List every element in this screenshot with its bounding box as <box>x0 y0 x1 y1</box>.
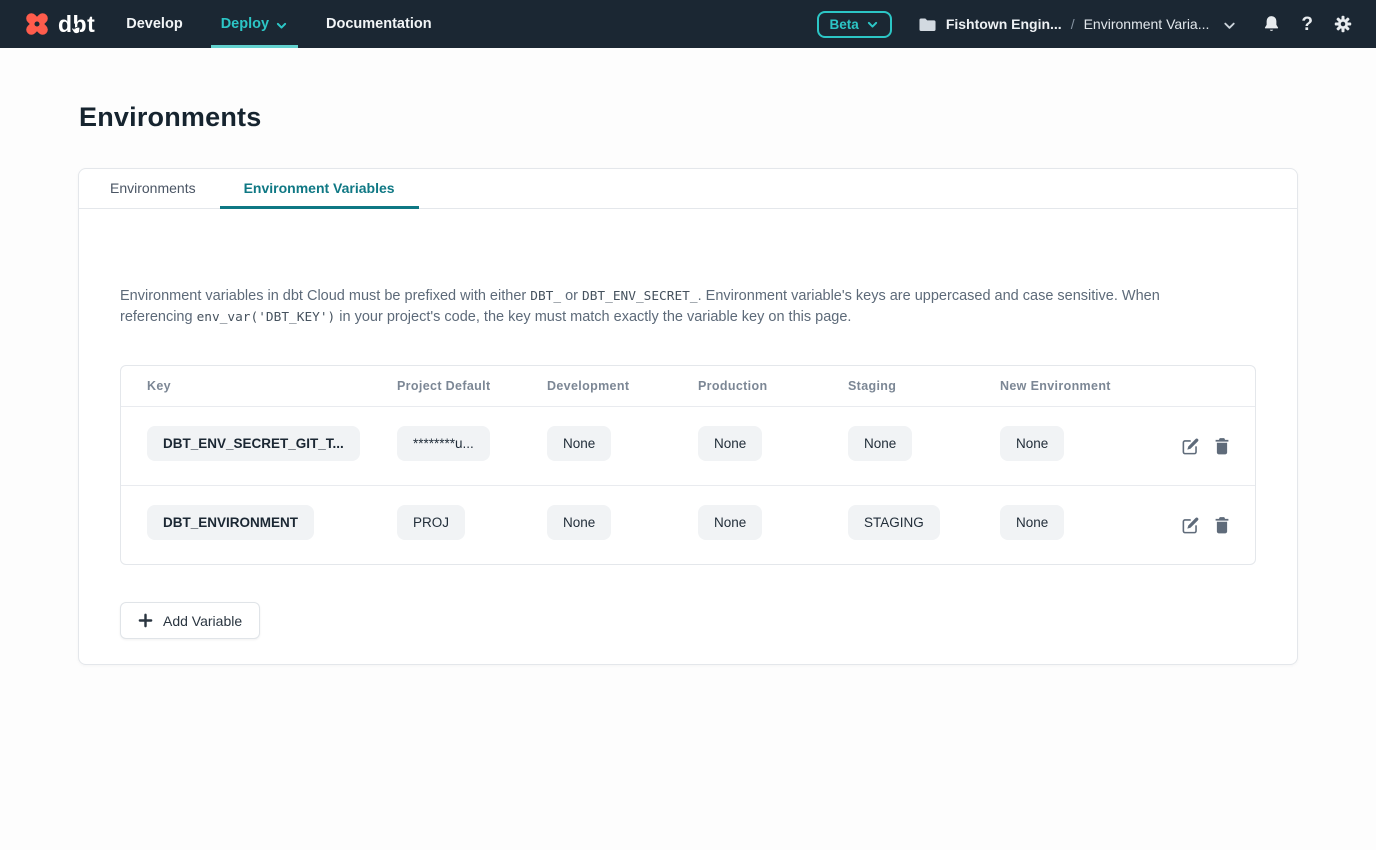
page-title: Environments <box>79 102 1376 133</box>
nav-item-develop[interactable]: Develop <box>116 0 192 48</box>
table-row: DBT_ENV_SECRET_GIT_T... ********u... Non… <box>121 406 1255 485</box>
table-row: DBT_ENVIRONMENT PROJ None None STAGING N… <box>121 485 1255 564</box>
code-dbt-prefix: DBT_ <box>530 289 561 304</box>
env-var-development-value: None <box>547 505 611 540</box>
add-variable-label: Add Variable <box>163 613 242 629</box>
breadcrumb[interactable]: Fishtown Engin... / Environment Varia... <box>918 16 1238 33</box>
dbt-logo[interactable]: dbt <box>22 9 95 39</box>
code-env-var-example: env_var('DBT_KEY') <box>197 310 336 325</box>
dbt-logo-icon <box>22 9 52 39</box>
table-header-row: Key Project Default Development Producti… <box>121 366 1255 406</box>
nav-item-documentation[interactable]: Documentation <box>316 0 442 48</box>
env-var-production-value: None <box>698 505 762 540</box>
environments-card: Environments Environment Variables Envir… <box>78 168 1298 665</box>
beta-dropdown-button[interactable]: Beta <box>817 11 892 38</box>
column-header-key: Key <box>147 379 397 393</box>
tab-environments[interactable]: Environments <box>86 169 220 209</box>
chevron-down-icon <box>275 19 288 32</box>
description-text: or <box>561 288 582 304</box>
description-text: Environment variables in dbt Cloud must … <box>120 288 530 304</box>
top-nav: dbt Develop Deploy Documentation Beta <box>0 0 1376 48</box>
plus-icon <box>138 613 153 628</box>
tab-bar: Environments Environment Variables <box>79 169 1297 209</box>
env-var-project-default: PROJ <box>397 505 465 540</box>
env-var-description: Environment variables in dbt Cloud must … <box>120 286 1160 328</box>
nav-item-deploy[interactable]: Deploy <box>211 0 298 48</box>
notifications-bell-icon[interactable] <box>1263 15 1280 33</box>
edit-icon[interactable] <box>1181 437 1200 456</box>
description-text: in your project's code, the key must mat… <box>335 309 851 325</box>
delete-trash-icon[interactable] <box>1214 437 1230 455</box>
main-content: Environments Environments Environment Va… <box>0 102 1376 665</box>
delete-trash-icon[interactable] <box>1214 516 1230 534</box>
column-header-production: Production <box>698 379 848 393</box>
env-var-development-value: None <box>547 426 611 461</box>
folder-icon <box>918 16 937 33</box>
env-var-key: DBT_ENVIRONMENT <box>147 505 314 540</box>
mouse-cursor-icon <box>68 21 83 43</box>
column-header-new-environment: New Environment <box>1000 379 1176 393</box>
env-var-new-environment-value: None <box>1000 505 1064 540</box>
column-header-project-default: Project Default <box>397 379 547 393</box>
primary-nav: Develop Deploy Documentation <box>116 0 441 48</box>
edit-icon[interactable] <box>1181 516 1200 535</box>
env-var-staging-value: STAGING <box>848 505 940 540</box>
code-dbt-env-secret-prefix: DBT_ENV_SECRET_ <box>582 289 698 304</box>
column-header-staging: Staging <box>848 379 1000 393</box>
add-variable-button[interactable]: Add Variable <box>120 602 260 639</box>
nav-item-deploy-label: Deploy <box>221 16 269 32</box>
env-var-project-default: ********u... <box>397 426 490 461</box>
column-header-development: Development <box>547 379 698 393</box>
breadcrumb-page[interactable]: Environment Varia... <box>1084 16 1210 32</box>
env-var-production-value: None <box>698 426 762 461</box>
env-var-staging-value: None <box>848 426 912 461</box>
help-icon[interactable]: ? <box>1301 15 1313 34</box>
tab-environment-variables[interactable]: Environment Variables <box>220 169 419 209</box>
nav-icon-cluster: ? <box>1263 15 1352 34</box>
env-var-new-environment-value: None <box>1000 426 1064 461</box>
breadcrumb-project[interactable]: Fishtown Engin... <box>946 16 1062 32</box>
env-variables-table: Key Project Default Development Producti… <box>120 365 1256 565</box>
chevron-down-icon <box>866 18 879 31</box>
settings-gear-icon[interactable] <box>1334 15 1352 33</box>
breadcrumb-separator: / <box>1071 16 1075 32</box>
env-var-key: DBT_ENV_SECRET_GIT_T... <box>147 426 360 461</box>
beta-label: Beta <box>830 17 859 32</box>
chevron-down-icon[interactable] <box>1222 18 1237 33</box>
